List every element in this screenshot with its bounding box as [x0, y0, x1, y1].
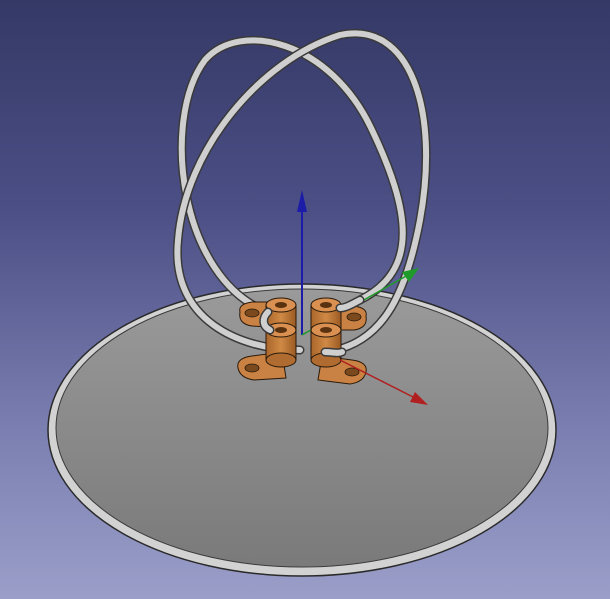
- loop-antenna-wire-a[interactable]: [177, 35, 408, 317]
- scene-canvas[interactable]: [0, 0, 610, 599]
- bracket-cylinder-right-bottom: [310, 322, 342, 368]
- 3d-viewport[interactable]: [0, 0, 610, 599]
